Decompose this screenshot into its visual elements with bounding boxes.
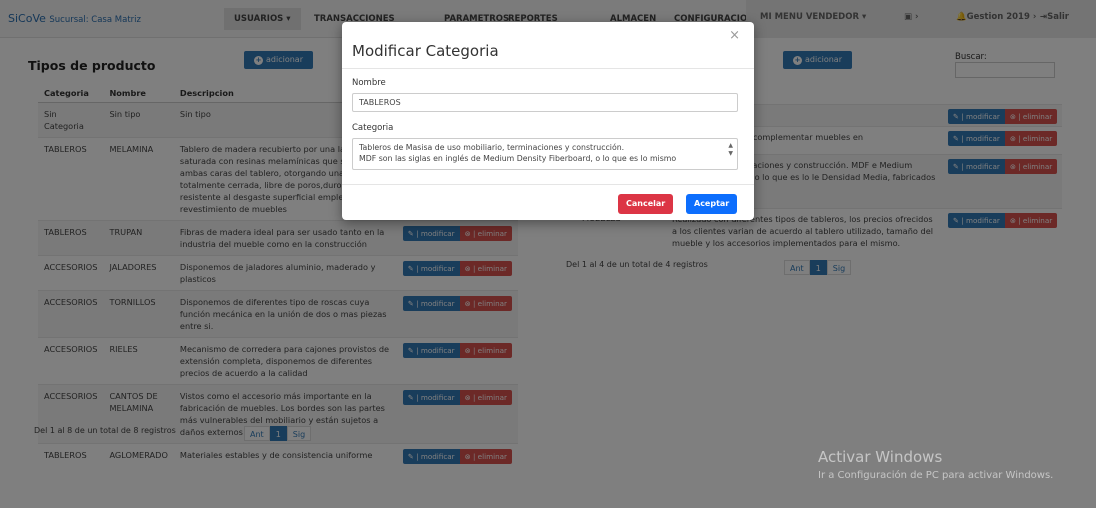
cancel-button[interactable]: Cancelar xyxy=(618,194,674,214)
modal-footer-divider xyxy=(342,184,754,185)
edit-category-modal: Modificar Categoria × Nombre TABLEROS Ca… xyxy=(342,22,754,220)
category-label: Categoria xyxy=(352,123,394,133)
scroll-arrows-icon[interactable]: ▲ ▼ xyxy=(728,142,733,158)
name-label: Nombre xyxy=(352,78,386,88)
modal-title: Modificar Categoria xyxy=(352,42,499,60)
windows-activation-subtitle: Ir a Configuración de PC para activar Wi… xyxy=(818,470,1054,481)
modal-header-divider xyxy=(342,68,754,69)
category-text: Tableros de Masisa de uso mobiliario, te… xyxy=(359,143,677,163)
windows-activation-title: Activar Windows xyxy=(818,448,943,466)
accept-button[interactable]: Aceptar xyxy=(686,194,738,214)
name-field[interactable]: TABLEROS xyxy=(352,93,738,112)
close-icon[interactable]: × xyxy=(729,28,740,43)
category-textarea[interactable]: Tableros de Masisa de uso mobiliario, te… xyxy=(352,138,738,170)
